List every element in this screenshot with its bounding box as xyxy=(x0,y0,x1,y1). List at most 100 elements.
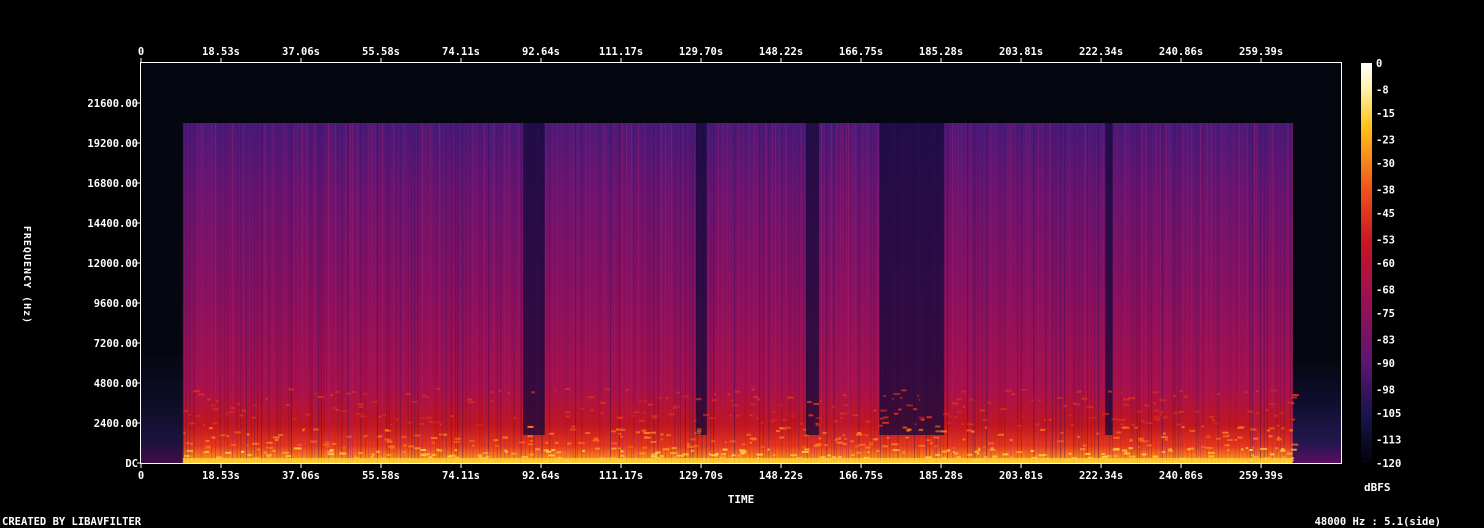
spectrum-streak xyxy=(710,123,712,463)
energy-speckle xyxy=(749,437,756,440)
energy-speckle xyxy=(1266,429,1271,432)
energy-speckle xyxy=(800,422,804,425)
energy-speckle xyxy=(837,456,842,459)
spectrum-streak xyxy=(1069,123,1070,463)
spectrum-streak xyxy=(430,123,432,463)
spectrum-streak xyxy=(768,123,770,463)
x-tick-label-bottom: 166.75s xyxy=(839,470,883,482)
energy-speckle xyxy=(414,447,421,450)
energy-speckle xyxy=(263,451,267,454)
energy-speckle xyxy=(1146,444,1152,447)
spectrum-streak xyxy=(649,123,651,463)
spectrum-streak xyxy=(288,123,290,463)
spectrum-streak xyxy=(972,123,974,463)
energy-speckle xyxy=(265,446,269,449)
footer-right: 48000 Hz : 5.1(side) xyxy=(1315,516,1441,528)
energy-speckle xyxy=(535,448,540,451)
x-tick-label-bottom: 18.53s xyxy=(202,470,240,482)
energy-speckle xyxy=(407,445,415,448)
energy-speckle xyxy=(513,416,517,419)
quiet-section xyxy=(1105,123,1113,435)
energy-speckle xyxy=(969,398,973,401)
energy-speckle xyxy=(272,436,280,439)
energy-speckle xyxy=(918,398,921,401)
energy-speckle xyxy=(186,450,193,452)
spectrum-streak xyxy=(434,123,436,463)
energy-speckle xyxy=(1005,389,1012,392)
energy-speckle xyxy=(933,436,940,439)
energy-speckle xyxy=(1255,412,1259,415)
energy-speckle xyxy=(802,446,807,449)
energy-speckle xyxy=(898,408,902,411)
spectrum-streak xyxy=(347,123,349,463)
spectrum-streak xyxy=(1045,123,1047,463)
spectrum-streak xyxy=(1010,123,1012,463)
spectrum-streak xyxy=(200,123,202,463)
energy-speckle xyxy=(620,435,623,438)
spectrum-streak xyxy=(665,123,667,463)
energy-speckle xyxy=(731,454,736,457)
spectrum-streak xyxy=(207,123,209,463)
energy-speckle xyxy=(775,430,780,433)
spectrum-streak xyxy=(726,123,728,463)
spectrum-streak xyxy=(641,123,642,463)
energy-speckle xyxy=(268,446,274,449)
energy-speckle xyxy=(663,448,670,451)
energy-speckle xyxy=(435,387,441,390)
energy-speckle xyxy=(618,432,622,435)
x-tick-label-top: 55.58s xyxy=(362,46,400,58)
spectrum-streak xyxy=(952,123,953,463)
energy-speckle xyxy=(954,452,959,455)
spectrum-streak xyxy=(545,123,547,463)
energy-speckle xyxy=(886,436,890,439)
spectrum-streak xyxy=(368,123,370,463)
energy-speckle xyxy=(324,441,330,444)
energy-speckle xyxy=(1289,429,1293,432)
energy-speckle xyxy=(840,416,844,419)
energy-speckle xyxy=(297,443,303,446)
energy-speckle xyxy=(389,424,393,427)
energy-speckle xyxy=(225,413,229,416)
energy-speckle xyxy=(617,417,622,419)
energy-speckle xyxy=(323,443,330,446)
quiet-section xyxy=(805,123,819,435)
energy-speckle xyxy=(1105,455,1112,458)
x-tick-label-bottom: 55.58s xyxy=(362,470,400,482)
energy-speckle xyxy=(472,444,475,447)
energy-speckle xyxy=(712,399,718,402)
spectrum-streak xyxy=(389,123,390,463)
energy-speckle xyxy=(962,438,966,441)
energy-speckle xyxy=(693,445,699,448)
spectrum-streak xyxy=(823,123,825,463)
energy-speckle xyxy=(878,424,883,427)
spectrum-streak xyxy=(842,123,844,463)
y-tick-label: 7200.00 xyxy=(94,338,138,350)
energy-speckle xyxy=(1060,432,1064,435)
energy-speckle xyxy=(1291,402,1295,405)
energy-speckle xyxy=(183,410,188,413)
energy-speckle xyxy=(198,393,205,396)
energy-speckle xyxy=(551,449,556,452)
spectrum-streak xyxy=(426,123,427,463)
energy-speckle xyxy=(1076,403,1081,406)
energy-speckle xyxy=(1077,435,1080,438)
spectrum-streak xyxy=(246,123,247,463)
energy-speckle xyxy=(1030,449,1034,452)
spectrum-streak xyxy=(393,123,395,463)
energy-speckle xyxy=(493,439,498,442)
energy-speckle xyxy=(715,453,719,455)
spectrum-streak xyxy=(481,123,483,463)
spectrum-streak xyxy=(1120,123,1122,463)
energy-speckle xyxy=(693,419,697,422)
spectrum-streak xyxy=(762,123,764,463)
energy-speckle xyxy=(1128,447,1133,450)
spectrum-streak xyxy=(870,123,872,463)
energy-speckle xyxy=(527,435,534,438)
energy-speckle xyxy=(272,450,276,452)
energy-speckle xyxy=(1270,389,1277,392)
energy-speckle xyxy=(437,421,440,424)
energy-speckle xyxy=(450,415,454,418)
energy-speckle xyxy=(548,454,555,457)
spectrum-streak xyxy=(734,123,736,463)
spectrum-streak xyxy=(264,123,266,463)
